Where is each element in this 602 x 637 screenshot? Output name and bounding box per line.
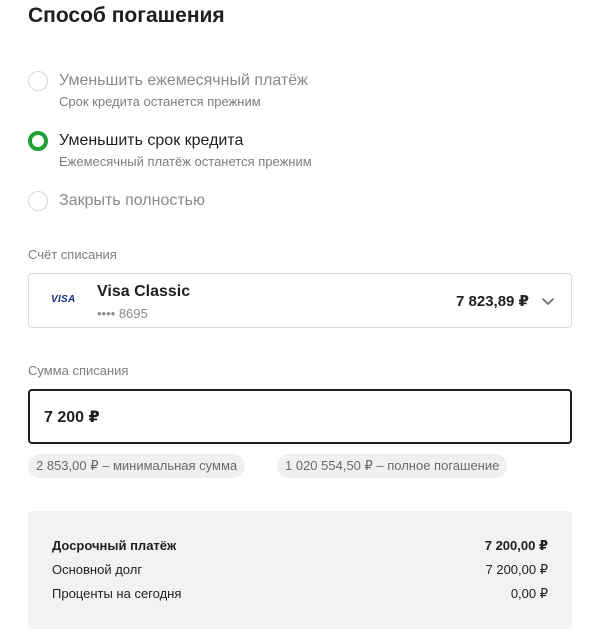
option-label: Уменьшить срок кредита xyxy=(59,132,244,149)
option-reduce-payment[interactable]: Уменьшить ежемесячный платёж Срок кредит… xyxy=(28,71,568,110)
summary-label: Основной долг xyxy=(52,562,143,577)
option-text: Закрыть полностью xyxy=(59,191,205,211)
account-select[interactable]: VISA Visa Classic •••• 8695 7 823,89 ₽ xyxy=(28,273,572,328)
chip-min-amount[interactable]: 2 853,00 ₽ – минимальная сумма xyxy=(28,454,246,478)
option-label: Закрыть полностью xyxy=(59,192,206,209)
summary-label: Проценты на сегодня xyxy=(52,586,182,601)
card-number: •••• 8695 xyxy=(97,306,148,321)
repayment-method-form: Способ погашения Уменьшить ежемесячный п… xyxy=(0,0,602,637)
summary-value: 7 200,00 ₽ xyxy=(485,562,549,577)
option-text: Уменьшить срок кредита Ежемесячный платё… xyxy=(59,131,312,170)
option-text: Уменьшить ежемесячный платёж Срок кредит… xyxy=(59,71,308,110)
summary-row-early-payment: Досрочный платёж 7 200,00 ₽ xyxy=(52,538,548,554)
card-name: Visa Classic xyxy=(97,283,191,300)
visa-logo: VISA xyxy=(51,294,76,305)
radio-close-fully[interactable] xyxy=(28,191,48,211)
summary-value: 7 200,00 ₽ xyxy=(484,538,548,553)
summary-row-interest: Проценты на сегодня 0,00 ₽ xyxy=(52,586,548,602)
radio-reduce-term[interactable] xyxy=(28,131,48,151)
page-title: Способ погашения xyxy=(28,4,225,27)
card-balance: 7 823,89 ₽ xyxy=(456,293,529,310)
summary-row-principal: Основной долг 7 200,00 ₽ xyxy=(52,562,548,578)
option-close-fully[interactable]: Закрыть полностью xyxy=(28,191,568,211)
chevron-down-icon[interactable] xyxy=(541,294,555,308)
payment-summary: Досрочный платёж 7 200,00 ₽ Основной дол… xyxy=(28,511,572,629)
radio-reduce-payment[interactable] xyxy=(28,71,48,91)
account-label: Счёт списания xyxy=(28,247,117,262)
option-sub: Срок кредита останется прежним xyxy=(59,94,261,109)
summary-value: 0,00 ₽ xyxy=(510,586,548,601)
chip-full-amount[interactable]: 1 020 554,50 ₽ – полное погашение xyxy=(277,454,508,478)
option-label: Уменьшить ежемесячный платёж xyxy=(59,72,308,89)
amount-input[interactable] xyxy=(28,389,572,444)
summary-label: Досрочный платёж xyxy=(52,538,177,553)
amount-label: Сумма списания xyxy=(28,363,129,378)
option-sub: Ежемесячный платёж останется прежним xyxy=(59,154,312,169)
option-reduce-term[interactable]: Уменьшить срок кредита Ежемесячный платё… xyxy=(28,131,568,170)
